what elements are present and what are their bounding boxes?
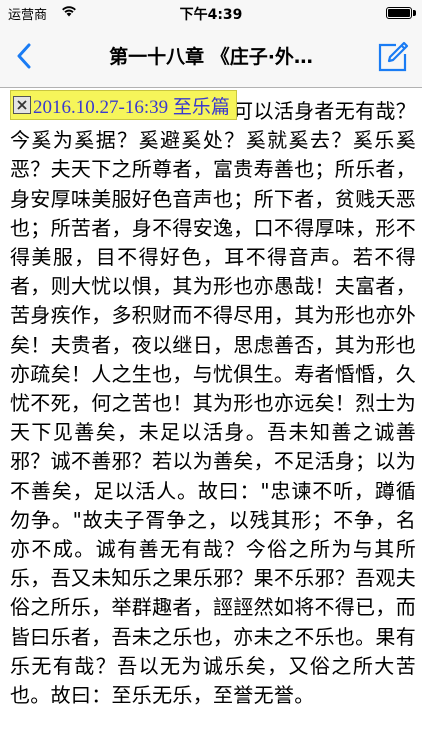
- chevron-left-icon: [17, 43, 31, 69]
- status-bar: 运营商 下午4:39: [0, 0, 422, 24]
- back-button[interactable]: [6, 36, 42, 76]
- article-text: 天下有至乐无有哉？有可以活身者无有哉？今奚为奚据？奚避奚处？奚就奚去？奚乐奚恶？…: [10, 99, 416, 708]
- status-time: 下午4:39: [179, 7, 243, 23]
- note-close-button[interactable]: [13, 96, 31, 114]
- reading-content[interactable]: 2016.10.27-16:39 至乐篇 天下有至乐无有哉？有可以活身者无有哉？…: [0, 89, 422, 750]
- compose-button[interactable]: [374, 38, 412, 76]
- compose-icon: [378, 41, 409, 72]
- chapter-title: 第一十八章 《庄子·外…: [109, 46, 313, 68]
- navigation-bar: 第一十八章 《庄子·外…: [0, 24, 422, 88]
- note-label: 2016.10.27-16:39 至乐篇: [33, 96, 230, 118]
- close-icon: [17, 100, 27, 110]
- battery-tip: [413, 10, 416, 16]
- battery-icon: [386, 7, 412, 19]
- bookmark-note[interactable]: 2016.10.27-16:39 至乐篇: [10, 90, 237, 120]
